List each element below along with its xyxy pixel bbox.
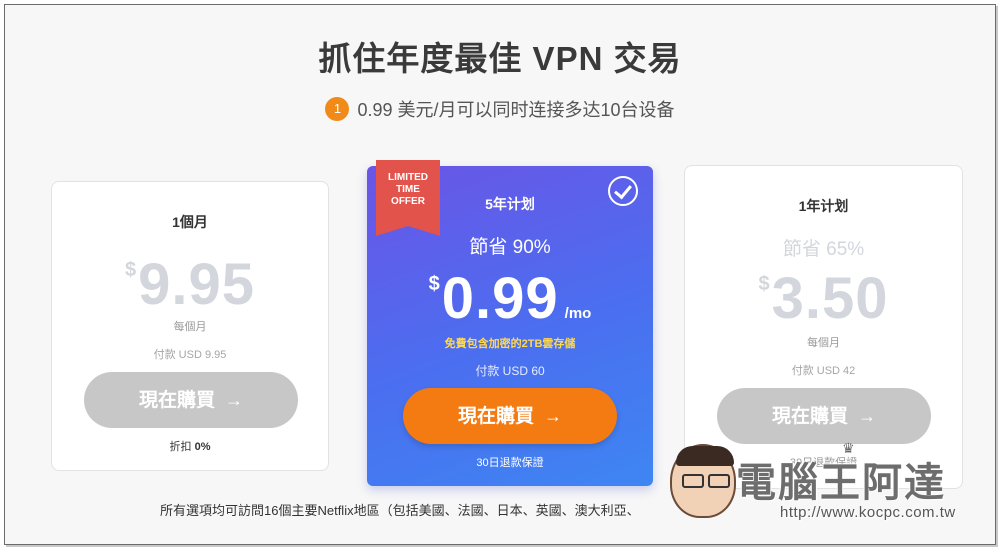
netflix-footnote: 所有選項均可訪問16個主要Netflix地區（包括美國、法國、日本、英國、澳大利… [160,503,640,518]
ribbon-line-3: OFFER [391,196,425,207]
watermark: ♛ 電腦王阿達 http://www.kocpc.com.tw [670,440,970,526]
mascot-face-icon [670,444,736,518]
limited-time-offer-ribbon: LIMITED TIME OFFER [376,160,440,236]
button-label: 現在購買 [771,406,848,427]
savings-label: 節省 65% [782,239,865,260]
subtitle: 1 0.99 美元/月可以同时连接多达10台设备 [0,96,1000,123]
currency-symbol: $ [758,273,770,295]
discount-value: 0% [194,441,211,453]
price-amount: 0.99 [441,266,559,331]
currency-symbol: $ [428,273,440,295]
plan-price: $9.95 [52,256,328,314]
buy-now-button-monthly[interactable]: 現在購買 → [84,372,298,428]
price-amount: 3.50 [771,266,889,331]
plan-price: $0.99/mo [367,270,653,328]
number-badge: 1 [325,97,350,122]
discount-label: 折扣 [169,441,192,453]
page-title: 抓住年度最佳 VPN 交易 [318,40,682,77]
savings-label: 節省 90% [469,237,551,258]
check-circle-icon [608,176,638,206]
arrow-right-icon: → [544,406,562,426]
payment-total: 付款 USD 60 [475,364,545,378]
arrow-right-icon: → [225,390,243,410]
ribbon-line-1: LIMITED [388,172,428,183]
per-month-label: 每個月 [807,337,840,349]
per-month-label: 每個月 [173,321,207,333]
price-amount: 9.95 [138,252,255,317]
plan-name: 1年计划 [798,198,849,214]
per-month-unit: /mo [564,305,592,322]
money-back-guarantee: 30日退款保證 [476,457,544,469]
payment-total: 付款 USD 9.95 [153,349,227,361]
currency-symbol: $ [124,259,137,281]
payment-total: 付款 USD 42 [791,365,856,377]
buy-now-button-five-year[interactable]: 現在購買 → [403,388,617,444]
ribbon-line-2: TIME [396,184,420,195]
button-label: 現在購買 [138,390,215,411]
watermark-url: http://www.kocpc.com.tw [780,504,956,521]
button-label: 現在購買 [457,406,534,427]
buy-now-button-one-year[interactable]: 現在購買 → [717,388,931,444]
plan-price: $3.50 [685,270,962,328]
discount-info: 折扣 0% [52,438,328,454]
plan-card-monthly[interactable]: 1個月 $9.95 每個月 付款 USD 9.95 現在購買 → 折扣 0% [51,181,329,471]
cloud-storage-promo: 免費包含加密的2TB雲存儲 [444,338,576,350]
subtitle-text: 0.99 美元/月可以同时连接多达10台设备 [357,100,675,120]
arrow-right-icon: → [858,406,876,426]
watermark-brand: 電腦王阿達 [736,460,946,506]
plan-name: 1個月 [172,214,208,230]
